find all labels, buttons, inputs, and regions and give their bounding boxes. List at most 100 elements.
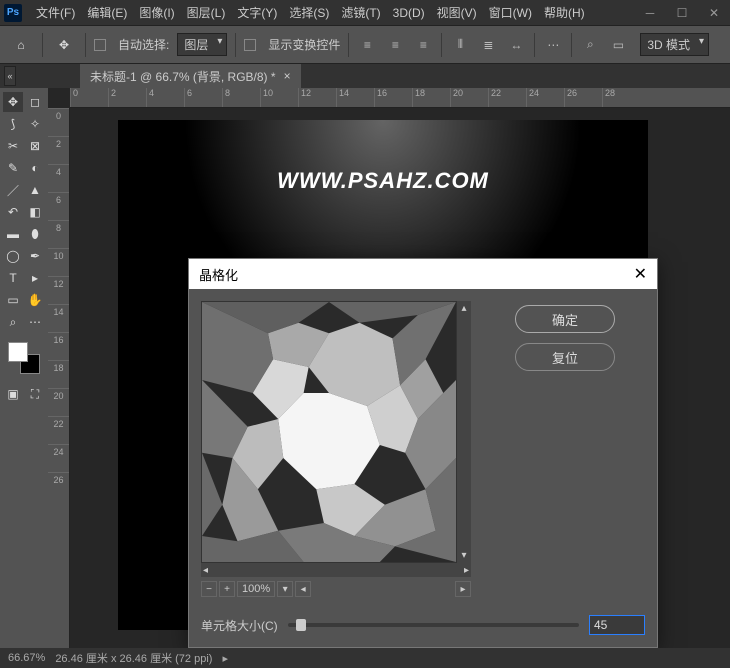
- menu-layer[interactable]: 图层(L): [181, 1, 232, 24]
- cell-size-label: 单元格大小(C): [201, 617, 278, 634]
- app-icon: Ps: [4, 4, 22, 22]
- quickmask-tool[interactable]: ▣: [3, 384, 23, 404]
- collapse-left-icon[interactable]: «: [4, 66, 16, 86]
- type-tool[interactable]: T: [3, 268, 23, 288]
- scroll-up-icon[interactable]: ▴: [461, 303, 466, 314]
- maximize-button[interactable]: ☐: [670, 4, 694, 22]
- edit-toolbar[interactable]: ⋯: [25, 312, 45, 332]
- status-dimensions: 26.46 厘米 x 26.46 厘米 (72 ppi): [55, 650, 212, 666]
- ruler-tick: 24: [48, 444, 69, 472]
- dialog-buttons: 确定 复位: [485, 301, 645, 599]
- pen-tool[interactable]: ✒: [25, 246, 45, 266]
- ok-button[interactable]: 确定: [515, 305, 615, 333]
- titlebar: Ps 文件(F) 编辑(E) 图像(I) 图层(L) 文字(Y) 选择(S) 滤…: [0, 0, 730, 26]
- show-transform-checkbox[interactable]: [244, 39, 256, 51]
- crop-tool[interactable]: ✂: [3, 136, 23, 156]
- preview-image[interactable]: [201, 301, 457, 563]
- dialog-close-icon[interactable]: ✕: [634, 264, 647, 284]
- foreground-color-swatch[interactable]: [8, 342, 28, 362]
- scroll-right-icon[interactable]: ▸: [464, 565, 469, 576]
- menu-window[interactable]: 窗口(W): [483, 1, 538, 24]
- menu-file[interactable]: 文件(F): [30, 1, 81, 24]
- search-icon[interactable]: ⌕: [580, 35, 600, 55]
- screenmode-tool[interactable]: ⛶: [25, 384, 45, 404]
- ruler-tick: 20: [48, 388, 69, 416]
- align-right-icon[interactable]: ≡: [413, 35, 433, 55]
- ruler-tick: 28: [602, 88, 640, 107]
- clone-tool[interactable]: ▲: [25, 180, 45, 200]
- align-center-icon[interactable]: ≡: [385, 35, 405, 55]
- param-row: 单元格大小(C): [189, 611, 657, 647]
- lasso-tool[interactable]: ⟆: [3, 114, 23, 134]
- zoom-level-dropdown[interactable]: 100%: [237, 581, 275, 597]
- menu-edit[interactable]: 编辑(E): [81, 1, 133, 24]
- more-options-icon[interactable]: ⋯: [543, 35, 563, 55]
- history-brush-tool[interactable]: ↶: [3, 202, 23, 222]
- cell-size-slider[interactable]: [288, 623, 579, 627]
- color-swatches[interactable]: [8, 342, 40, 374]
- move-tool[interactable]: ✥: [3, 92, 23, 112]
- distribute-h-icon[interactable]: ⦀: [450, 35, 470, 55]
- menu-3d[interactable]: 3D(D): [387, 3, 431, 23]
- menu-image[interactable]: 图像(I): [133, 1, 180, 24]
- zoom-in-button[interactable]: +: [219, 581, 235, 597]
- auto-select-checkbox[interactable]: [94, 39, 106, 51]
- close-button[interactable]: ✕: [702, 4, 726, 22]
- document-tab[interactable]: 未标题-1 @ 66.7% (背景, RGB/8) * ×: [80, 64, 301, 89]
- ruler-tick: 18: [48, 360, 69, 388]
- workspace-icon[interactable]: ▭: [608, 35, 628, 55]
- menu-filter[interactable]: 滤镜(T): [335, 1, 386, 24]
- zoom-tool[interactable]: ⌕: [3, 312, 23, 332]
- toolbox: ✥◻ ⟆✧ ✂⊠ ✎◐ ／▲ ↶◧ ▬⬮ ◯✒ T▸ ▭✋ ⌕⋯ ▣⛶: [0, 88, 48, 648]
- path-select-tool[interactable]: ▸: [25, 268, 45, 288]
- distribute-spacing-icon[interactable]: ↔: [506, 35, 526, 55]
- align-left-icon[interactable]: ≡: [357, 35, 377, 55]
- brush-tool[interactable]: ／: [3, 180, 23, 200]
- document-tab-label: 未标题-1 @ 66.7% (背景, RGB/8) *: [90, 68, 276, 85]
- dodge-tool[interactable]: ◯: [3, 246, 23, 266]
- frame-tool[interactable]: ⊠: [25, 136, 45, 156]
- eraser-tool[interactable]: ◧: [25, 202, 45, 222]
- ruler-tick: 14: [336, 88, 374, 107]
- ruler-tick: 16: [374, 88, 412, 107]
- zoom-prev-icon[interactable]: ◂: [295, 581, 311, 597]
- 3d-mode-dropdown[interactable]: 3D 模式: [640, 33, 709, 56]
- ruler-tick: 8: [222, 88, 260, 107]
- slider-thumb[interactable]: [296, 619, 306, 631]
- blur-tool[interactable]: ⬮: [25, 224, 45, 244]
- menu-help[interactable]: 帮助(H): [538, 1, 591, 24]
- move-tool-icon[interactable]: ✥: [51, 32, 77, 58]
- zoom-next-icon[interactable]: ▸: [455, 581, 471, 597]
- menu-select[interactable]: 选择(S): [283, 1, 335, 24]
- zoom-dropdown-icon[interactable]: ▾: [277, 581, 293, 597]
- minimize-button[interactable]: ─: [638, 4, 662, 22]
- cell-size-input[interactable]: [589, 615, 645, 635]
- scroll-down-icon[interactable]: ▾: [461, 550, 466, 561]
- tab-close-icon[interactable]: ×: [284, 69, 291, 83]
- dialog-titlebar[interactable]: 晶格化 ✕: [189, 259, 657, 289]
- crystallize-dialog: 晶格化 ✕: [188, 258, 658, 648]
- marquee-tool[interactable]: ◻: [25, 92, 45, 112]
- preview-area: ▴▾ ◂▸ − + 100% ▾ ◂ ▸: [201, 301, 471, 599]
- ruler-tick: 18: [412, 88, 450, 107]
- status-zoom[interactable]: 66.67%: [8, 652, 45, 664]
- preview-vscroll[interactable]: ▴▾: [457, 301, 471, 563]
- auto-select-dropdown[interactable]: 图层: [177, 33, 227, 56]
- healing-tool[interactable]: ◐: [25, 158, 45, 178]
- magic-wand-tool[interactable]: ✧: [25, 114, 45, 134]
- preview-hscroll[interactable]: ◂▸: [201, 563, 471, 577]
- status-arrow-icon[interactable]: ▸: [222, 652, 228, 665]
- distribute-v-icon[interactable]: ≣: [478, 35, 498, 55]
- home-icon[interactable]: ⌂: [8, 32, 34, 58]
- scroll-left-icon[interactable]: ◂: [203, 565, 208, 576]
- zoom-out-button[interactable]: −: [201, 581, 217, 597]
- hand-tool[interactable]: ✋: [25, 290, 45, 310]
- shape-tool[interactable]: ▭: [3, 290, 23, 310]
- eyedropper-tool[interactable]: ✎: [3, 158, 23, 178]
- gradient-tool[interactable]: ▬: [3, 224, 23, 244]
- auto-select-label: 自动选择:: [118, 36, 169, 53]
- menu-view[interactable]: 视图(V): [431, 1, 483, 24]
- menu-type[interactable]: 文字(Y): [231, 1, 283, 24]
- reset-button[interactable]: 复位: [515, 343, 615, 371]
- window-controls: ─ ☐ ✕: [638, 4, 726, 22]
